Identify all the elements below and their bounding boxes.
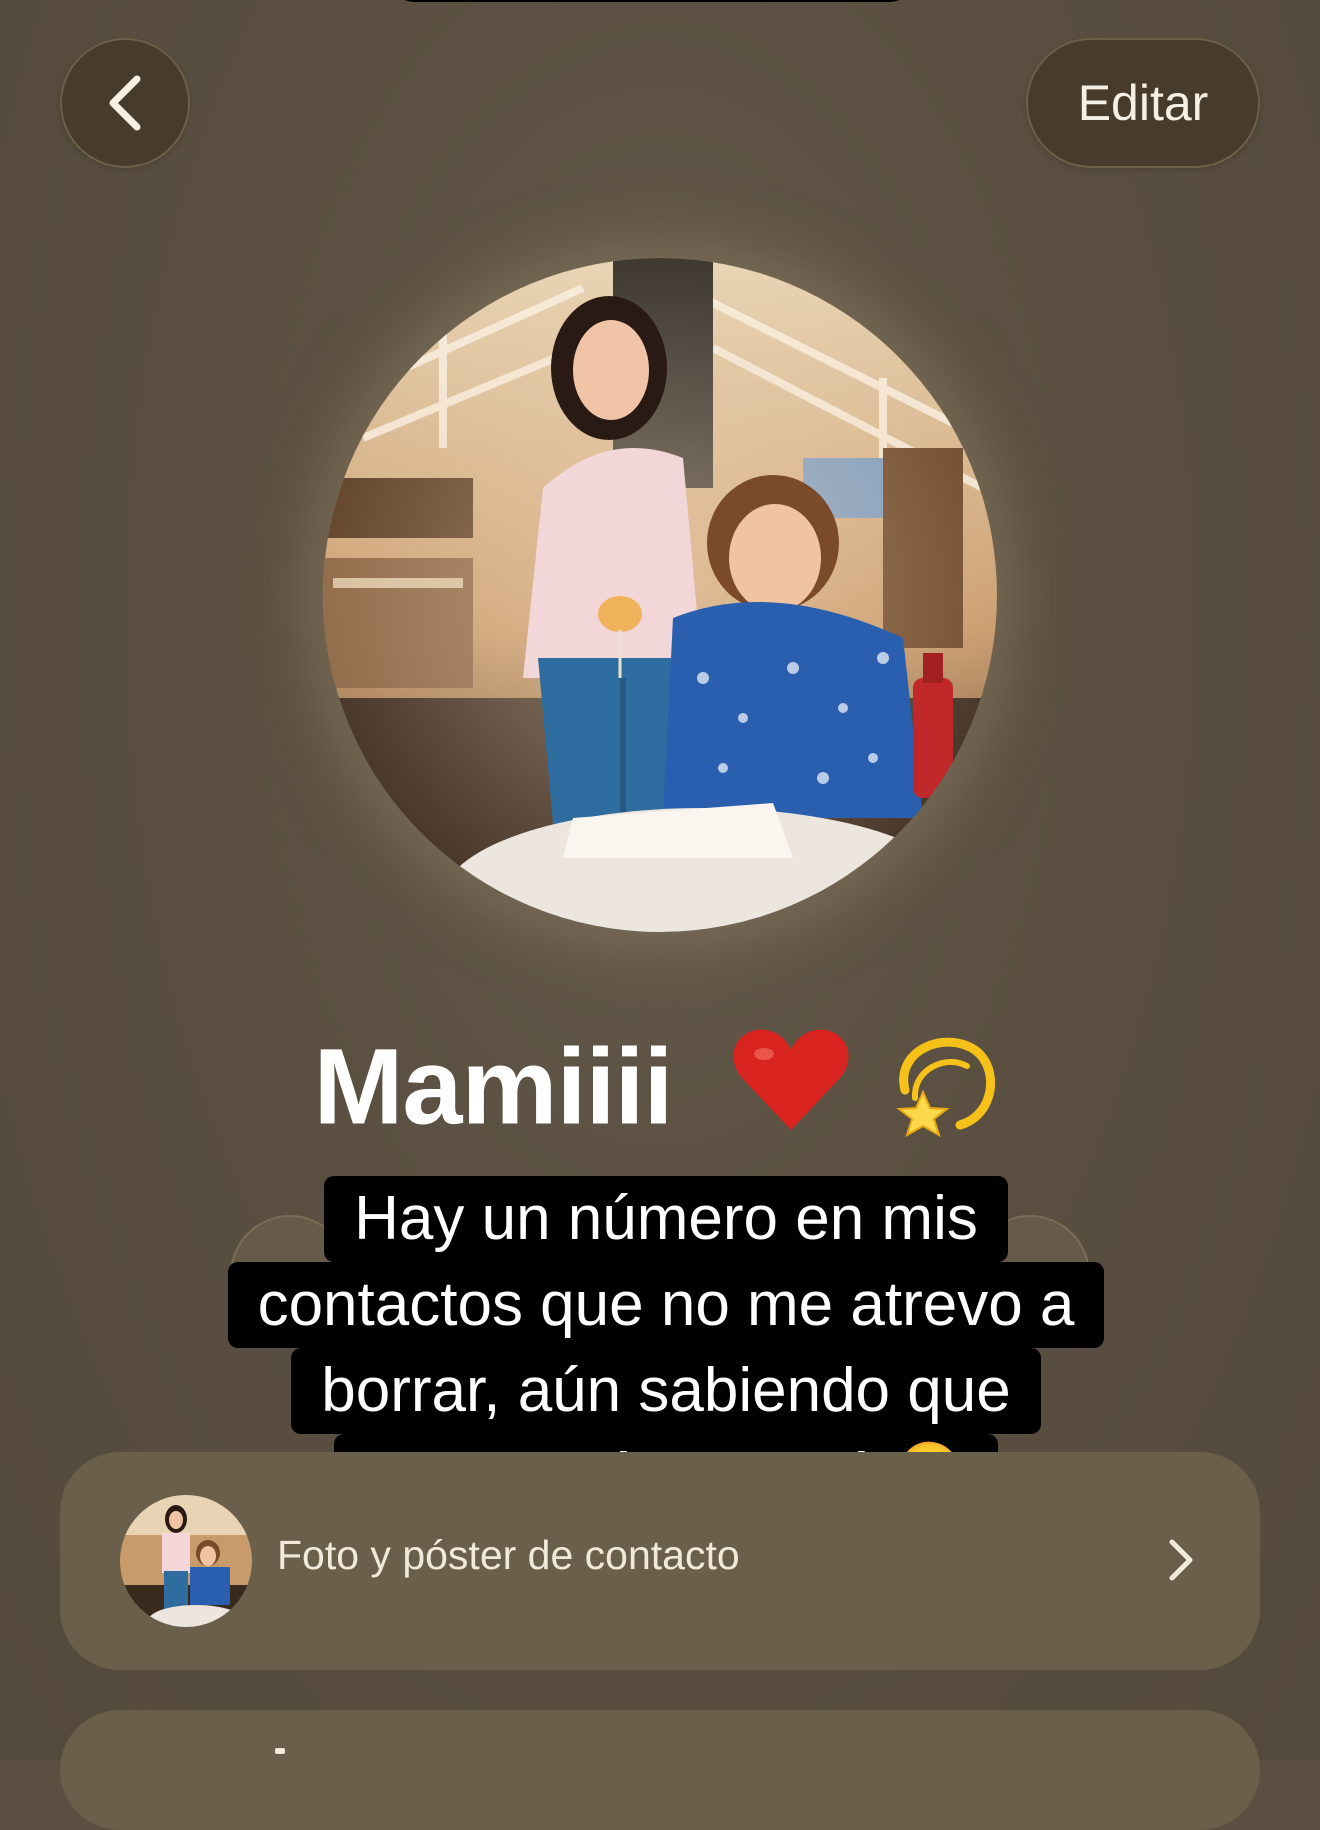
contact-photo bbox=[323, 258, 997, 932]
card-glyph-fragment bbox=[275, 1748, 285, 1754]
contact-avatar[interactable] bbox=[323, 258, 997, 932]
caption-line: contactos que no me atrevo a bbox=[227, 1262, 1105, 1348]
edit-button-label: Editar bbox=[1077, 75, 1209, 131]
contact-name: Mamiiii ♥️💫 bbox=[0, 1020, 1320, 1170]
back-button[interactable] bbox=[60, 38, 190, 168]
chevron-right-icon bbox=[1169, 1539, 1193, 1581]
caption-line: Hay un número en mis bbox=[324, 1176, 1008, 1262]
heart-icon bbox=[732, 1026, 850, 1164]
dizzy-star-icon bbox=[885, 1020, 1007, 1170]
edit-button[interactable]: Editar bbox=[1026, 38, 1260, 168]
chevron-left-icon bbox=[109, 75, 141, 131]
contact-photo-thumbnail bbox=[120, 1495, 252, 1627]
dynamic-island bbox=[392, 0, 912, 2]
photo-poster-label: Foto y póster de contacto bbox=[277, 1532, 740, 1578]
contact-photo-poster-row[interactable]: Foto y póster de contacto bbox=[60, 1452, 1260, 1670]
next-settings-card[interactable] bbox=[60, 1710, 1260, 1830]
caption-line: borrar, aún sabiendo que bbox=[291, 1348, 1041, 1434]
contact-name-text: Mamiiii bbox=[313, 1025, 673, 1147]
